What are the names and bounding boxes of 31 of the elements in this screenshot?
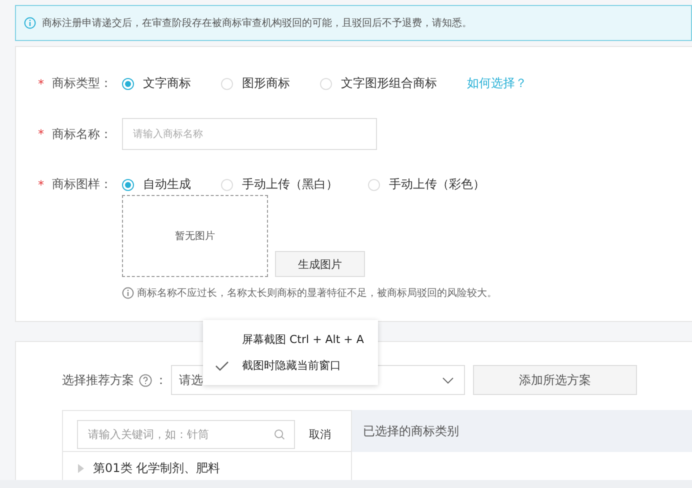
tree-item[interactable]: 第01类 化学制剂、肥料	[93, 460, 220, 477]
radio-option[interactable]: 图形商标	[221, 75, 290, 92]
info-icon	[122, 287, 134, 299]
generate-button[interactable]: 生成图片	[275, 251, 365, 277]
header-text: 已选择的商标类别	[363, 422, 459, 440]
search-icon	[274, 428, 285, 440]
input-field[interactable]: 请输入商标名称	[122, 118, 377, 150]
field-label: 商标类型：	[52, 75, 113, 92]
radio-option[interactable]: 手动上传（彩色）	[368, 176, 485, 193]
required-mark: *	[38, 178, 45, 192]
hint-text: 商标名称不应过长，名称太长则商标的显著特征不足，被商标局驳回的风险较大。	[137, 286, 497, 300]
preview-text: 暂无图片	[175, 230, 215, 243]
radio-option[interactable]: 手动上传（黑白）	[221, 176, 338, 193]
cancel-button[interactable]: 取消	[309, 426, 331, 442]
search-field[interactable]: 请输入关键词，如：针筒	[77, 420, 295, 448]
info-icon	[24, 17, 36, 29]
required-mark: *	[38, 76, 45, 90]
menu-item[interactable]: 屏幕截图 Ctrl + Alt + A	[203, 330, 378, 348]
add-plan-button[interactable]: 添加所选方案	[473, 365, 637, 395]
chevron-down-icon	[442, 376, 454, 384]
field-label: 商标图样：	[52, 176, 113, 193]
notice-text: 商标注册申请递交后，在审查阶段存在被商标审查机构驳回的可能，且驳回后不予退费，请知悉。	[42, 16, 472, 30]
field-label: 商标名称：	[52, 126, 113, 142]
menu-item[interactable]: 截图时隐藏当前窗口	[203, 356, 378, 374]
radio-option[interactable]: 文字商标	[122, 75, 191, 92]
help-icon[interactable]	[139, 374, 152, 386]
field-label: 选择推荐方案	[62, 372, 134, 388]
radio-option[interactable]: 文字图形组合商标	[320, 75, 437, 92]
radio-option[interactable]: 自动生成	[122, 176, 191, 193]
colon-text: ：	[155, 372, 167, 388]
required-mark: *	[38, 127, 45, 141]
